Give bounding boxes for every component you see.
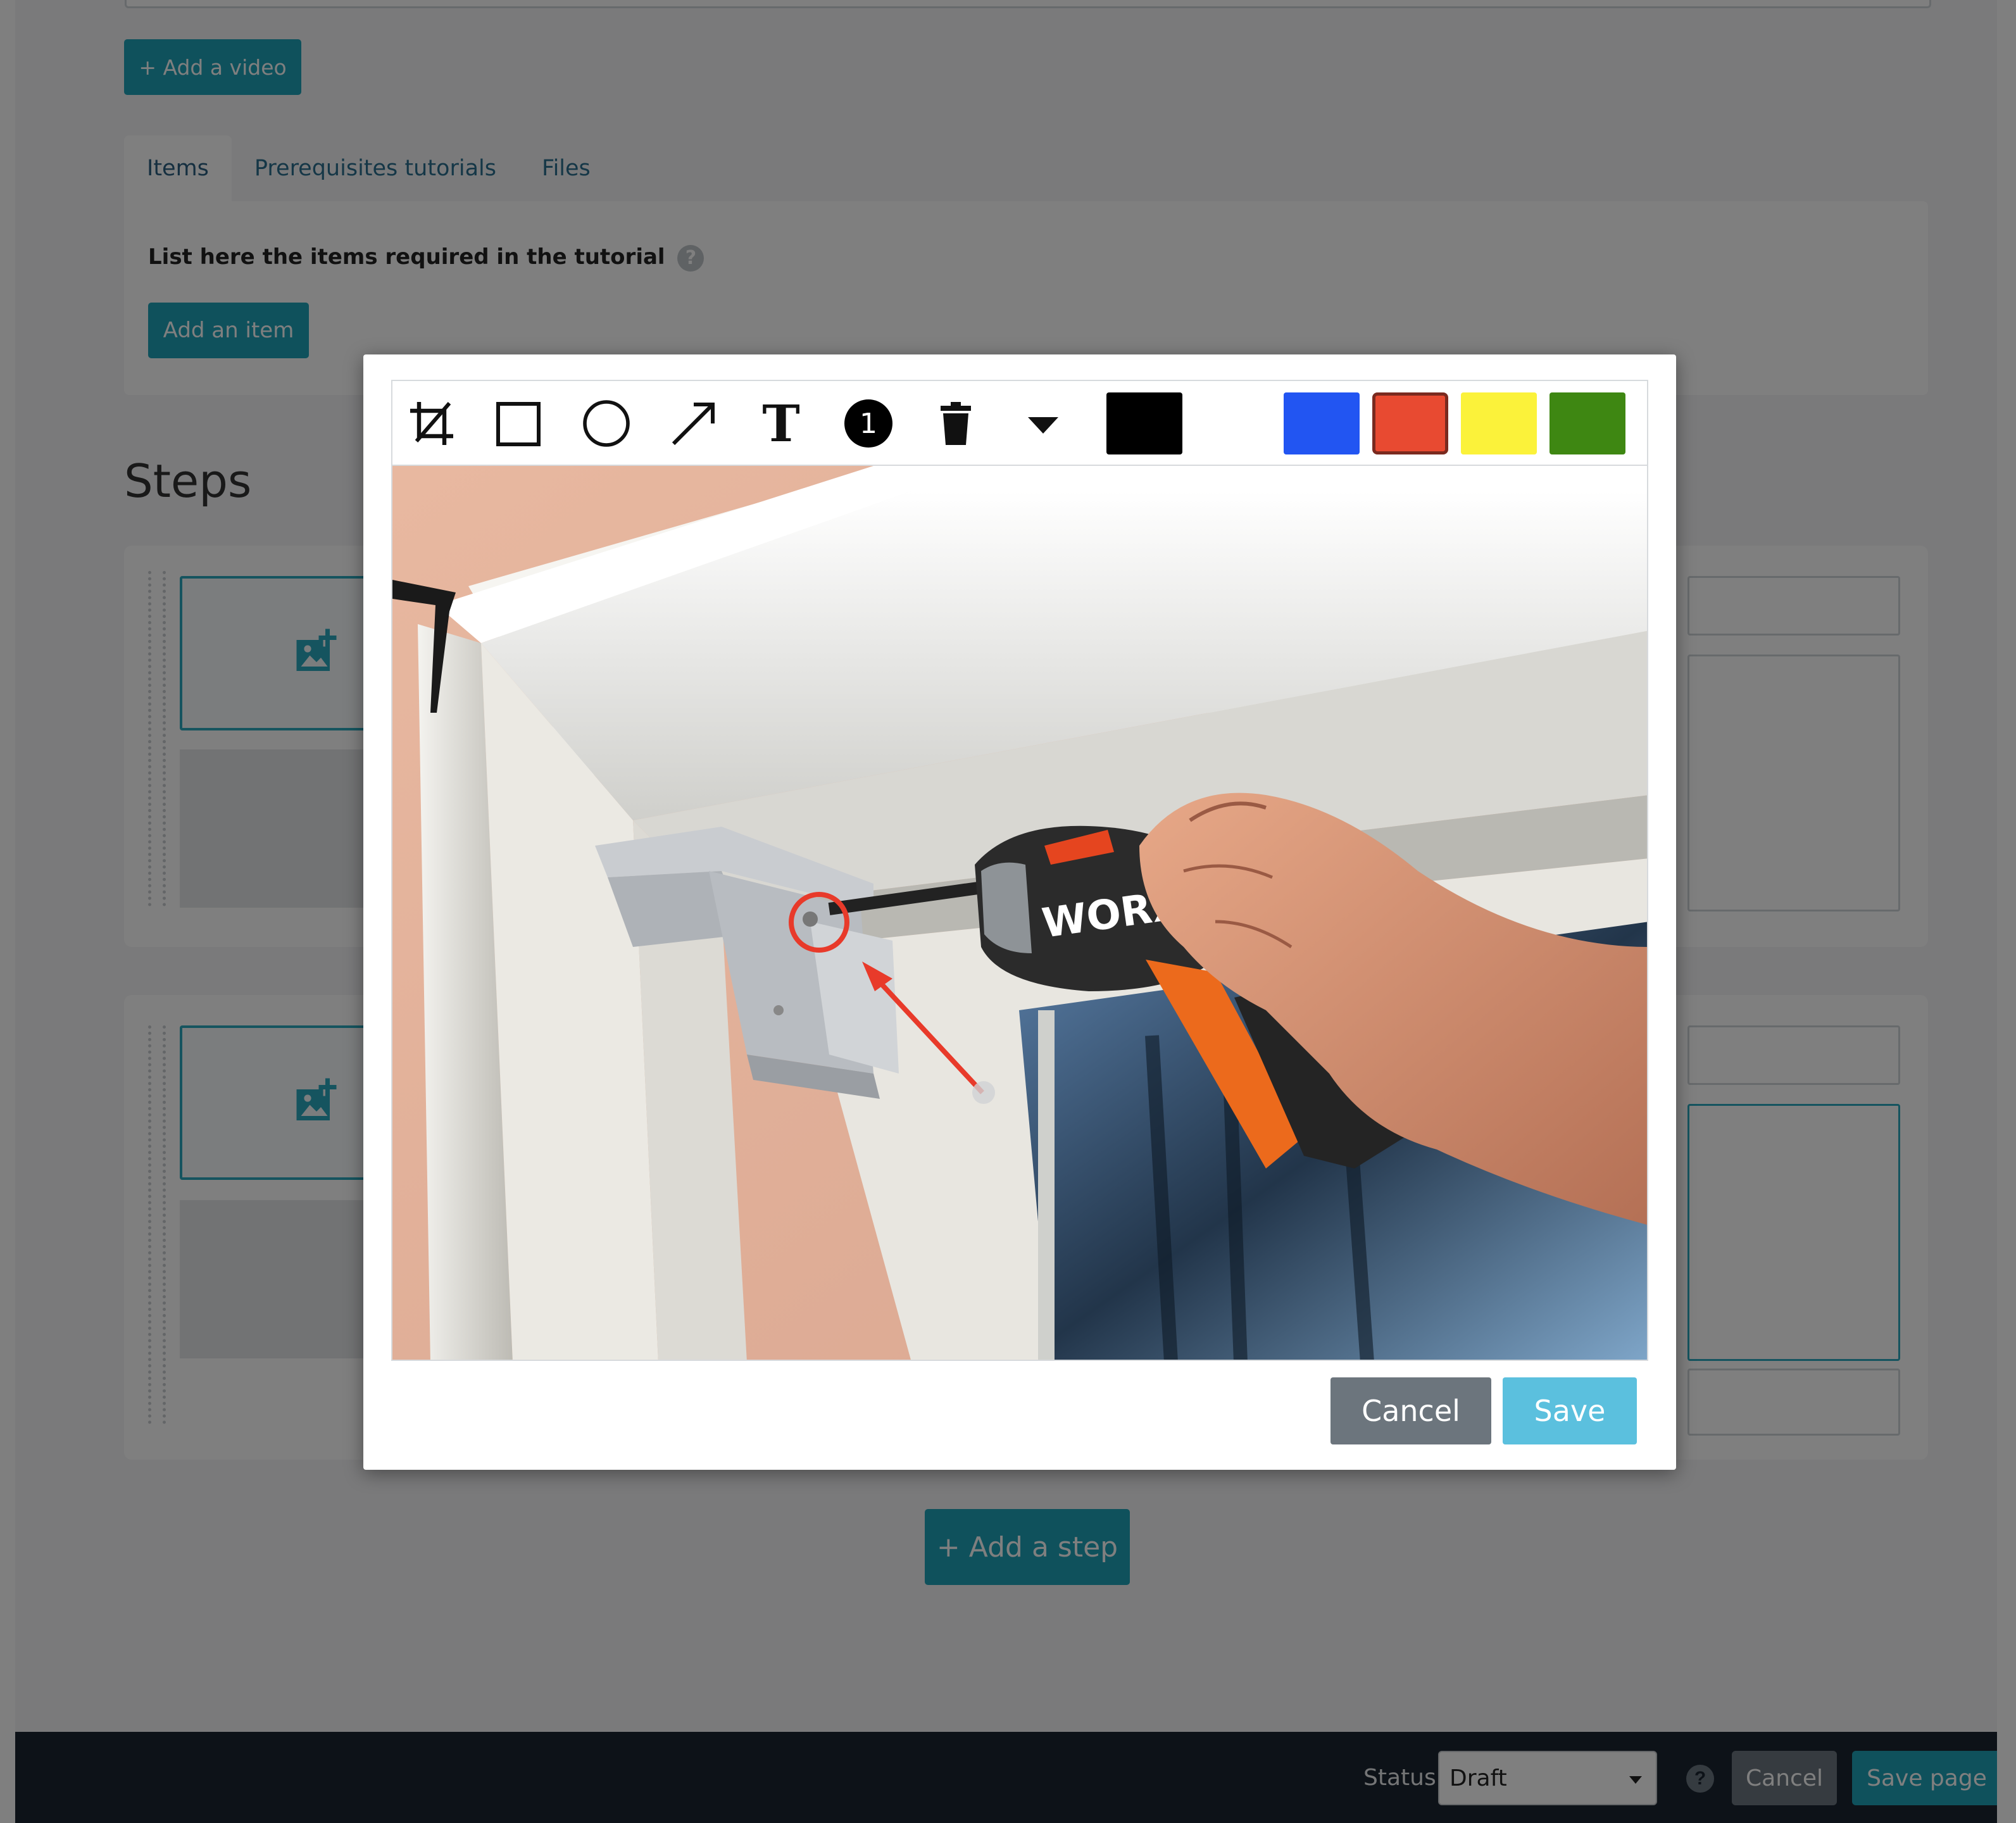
- annotation-canvas[interactable]: WORX: [391, 465, 1648, 1361]
- annotation-handle[interactable]: [972, 1081, 995, 1104]
- color-swatch-blue[interactable]: [1284, 392, 1360, 454]
- text-icon: T: [762, 394, 800, 453]
- color-swatch-red[interactable]: [1372, 392, 1448, 454]
- rectangle-tool[interactable]: [489, 396, 549, 451]
- dropdown-caret-icon: [1028, 417, 1058, 434]
- marker-number: 1: [860, 407, 877, 440]
- crop-icon: [410, 402, 453, 445]
- arrow-tool[interactable]: [663, 396, 724, 451]
- delete-tool[interactable]: [925, 396, 986, 451]
- editor-save-button[interactable]: Save: [1503, 1377, 1637, 1444]
- trash-icon: [941, 402, 971, 445]
- numbered-marker-tool[interactable]: 1: [838, 396, 899, 451]
- crop-tool[interactable]: [401, 396, 462, 451]
- color-swatch-green[interactable]: [1550, 392, 1625, 454]
- color-swatch-yellow[interactable]: [1461, 392, 1537, 454]
- image-editor-modal: T 1 WORX Cancel Save: [363, 354, 1676, 1470]
- text-tool[interactable]: T: [751, 394, 811, 453]
- color-swatch-black[interactable]: [1106, 392, 1182, 454]
- circle-tool[interactable]: [576, 396, 637, 451]
- arrow-icon: [672, 403, 715, 446]
- photo-drill-window-bracket: WORX: [392, 466, 1647, 1360]
- annotation-toolbar: T 1: [391, 380, 1648, 465]
- editor-cancel-button[interactable]: Cancel: [1330, 1377, 1491, 1444]
- rectangle-icon: [496, 402, 541, 446]
- circle-icon: [583, 400, 630, 447]
- color-swatch-white[interactable]: [1195, 392, 1271, 454]
- more-tools-dropdown[interactable]: [1013, 396, 1074, 451]
- numbered-marker-icon: 1: [844, 399, 892, 448]
